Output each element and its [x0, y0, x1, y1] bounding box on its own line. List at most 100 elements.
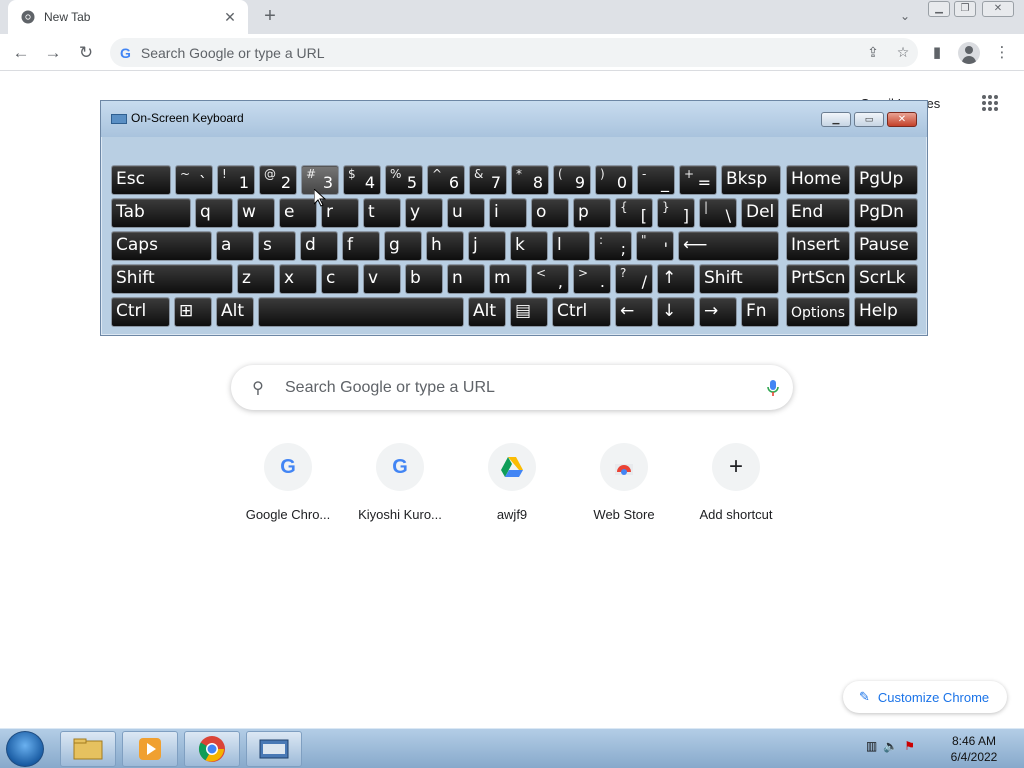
key-symbol[interactable]: >.	[573, 264, 611, 294]
start-button[interactable]	[6, 731, 44, 767]
key-symbol[interactable]: ? /	[615, 264, 653, 294]
key-e[interactable]: e	[279, 198, 317, 228]
forward-icon[interactable]: →	[42, 42, 64, 64]
key-8[interactable]: * 8	[511, 165, 549, 195]
network-icon[interactable]: ▥	[866, 739, 877, 753]
key-a[interactable]: a	[216, 231, 254, 261]
key-b[interactable]: b	[405, 264, 443, 294]
key-fn[interactable]: Fn	[741, 297, 779, 327]
key-space[interactable]	[258, 297, 464, 327]
key-pgup[interactable]: PgUp	[854, 165, 918, 195]
media-player-taskbar-icon[interactable]	[122, 731, 178, 767]
key-5[interactable]: % 5	[385, 165, 423, 195]
tab-search-icon[interactable]: ⌄	[895, 6, 915, 26]
key-g[interactable]: g	[384, 231, 422, 261]
back-icon[interactable]: ←	[10, 42, 32, 64]
shortcut-tile[interactable]: G Kiyoshi Kuro...	[344, 443, 456, 533]
key-symbol[interactable]: ⟵	[678, 231, 779, 261]
key-symbol[interactable]: ⊞	[174, 297, 212, 327]
key-j[interactable]: j	[468, 231, 506, 261]
key-symbol[interactable]: }]	[657, 198, 695, 228]
key-1[interactable]: ! 1	[217, 165, 255, 195]
key-q[interactable]: q	[195, 198, 233, 228]
key-symbol[interactable]: <,	[531, 264, 569, 294]
key-c[interactable]: c	[321, 264, 359, 294]
profile-avatar-icon[interactable]	[958, 42, 980, 64]
osk-title-bar[interactable]: On-Screen Keyboard ▁ ▭ ✕	[101, 101, 927, 137]
key-7[interactable]: & 7	[469, 165, 507, 195]
key-options[interactable]: Options	[786, 297, 850, 327]
key-o[interactable]: o	[531, 198, 569, 228]
key-pause[interactable]: Pause	[854, 231, 918, 261]
key-h[interactable]: h	[426, 231, 464, 261]
key-symbol[interactable]: ↓	[657, 297, 695, 327]
action-center-icon[interactable]: ⚑	[904, 739, 915, 753]
key-2[interactable]: @2	[259, 165, 297, 195]
key-6[interactable]: ^ 6	[427, 165, 465, 195]
osk-close-button[interactable]: ✕	[887, 112, 917, 127]
maximize-button[interactable]: ❐	[954, 1, 976, 17]
key-t[interactable]: t	[363, 198, 401, 228]
key-pgdn[interactable]: PgDn	[854, 198, 918, 228]
key-del[interactable]: Del	[741, 198, 779, 228]
bookmark-star-icon[interactable]: ☆	[888, 44, 918, 61]
key-0[interactable]: ) 0	[595, 165, 633, 195]
key-scrlk[interactable]: ScrLk	[854, 264, 918, 294]
key-bksp[interactable]: Bksp	[721, 165, 781, 195]
key-symbol[interactable]: " '	[636, 231, 674, 261]
key-ctrl[interactable]: Ctrl	[552, 297, 611, 327]
reload-icon[interactable]: ↻	[75, 42, 97, 64]
key-p[interactable]: p	[573, 198, 611, 228]
key-i[interactable]: i	[489, 198, 527, 228]
key-symbol[interactable]: ←	[615, 297, 653, 327]
key-symbol[interactable]: ↑	[657, 264, 695, 294]
key-symbol[interactable]: - _	[637, 165, 675, 195]
key-symbol[interactable]: ▤	[510, 297, 548, 327]
key-k[interactable]: k	[510, 231, 548, 261]
key-symbol[interactable]: →	[699, 297, 737, 327]
taskbar-clock[interactable]: 8:46 AM 6/4/2022	[940, 733, 1008, 765]
shortcut-tile[interactable]: awjf9	[456, 443, 568, 533]
key-v[interactable]: v	[363, 264, 401, 294]
key-symbol[interactable]: + =	[679, 165, 717, 195]
key-m[interactable]: m	[489, 264, 527, 294]
key-w[interactable]: w	[237, 198, 275, 228]
apps-grid-icon[interactable]	[982, 95, 998, 111]
chrome-taskbar-icon[interactable]	[184, 731, 240, 767]
key-z[interactable]: z	[237, 264, 275, 294]
ntp-search-input[interactable]: Search Google or type a URL	[285, 379, 753, 397]
key-symbol[interactable]: :;	[594, 231, 632, 261]
key-symbol[interactable]: ~ `	[175, 165, 213, 195]
volume-icon[interactable]: 🔈	[883, 739, 898, 753]
key-9[interactable]: (9	[553, 165, 591, 195]
shortcut-tile[interactable]: + Add shortcut	[680, 443, 792, 533]
key-prtscn[interactable]: PrtScn	[786, 264, 850, 294]
key-u[interactable]: u	[447, 198, 485, 228]
key-symbol[interactable]: {[	[615, 198, 653, 228]
key-symbol[interactable]: | \	[699, 198, 737, 228]
shortcut-tile[interactable]: Web Store	[568, 443, 680, 533]
tab-close-icon[interactable]: ✕	[222, 9, 238, 26]
customize-chrome-button[interactable]: ✎ Customize Chrome	[843, 681, 1007, 713]
ntp-search-box[interactable]: ⚲ Search Google or type a URL	[231, 365, 793, 410]
side-panel-icon[interactable]: ▮	[925, 42, 949, 64]
key-caps[interactable]: Caps	[111, 231, 212, 261]
key-f[interactable]: f	[342, 231, 380, 261]
minimize-button[interactable]: ▁	[928, 1, 950, 17]
key-alt[interactable]: Alt	[216, 297, 254, 327]
osk-maximize-button[interactable]: ▭	[854, 112, 884, 127]
key-4[interactable]: $4	[343, 165, 381, 195]
key-shift[interactable]: Shift	[699, 264, 779, 294]
key-shift[interactable]: Shift	[111, 264, 233, 294]
explorer-taskbar-icon[interactable]	[60, 731, 116, 767]
key-y[interactable]: y	[405, 198, 443, 228]
tab-new-tab[interactable]: New Tab ✕	[8, 0, 248, 34]
key-x[interactable]: x	[279, 264, 317, 294]
key-s[interactable]: s	[258, 231, 296, 261]
key-alt[interactable]: Alt	[468, 297, 506, 327]
shortcut-tile[interactable]: G Google Chro...	[232, 443, 344, 533]
share-icon[interactable]: ⇪	[858, 44, 888, 61]
key-l[interactable]: l	[552, 231, 590, 261]
osk-taskbar-icon[interactable]	[246, 731, 302, 767]
omnibox-input[interactable]: Search Google or type a URL	[141, 45, 858, 61]
